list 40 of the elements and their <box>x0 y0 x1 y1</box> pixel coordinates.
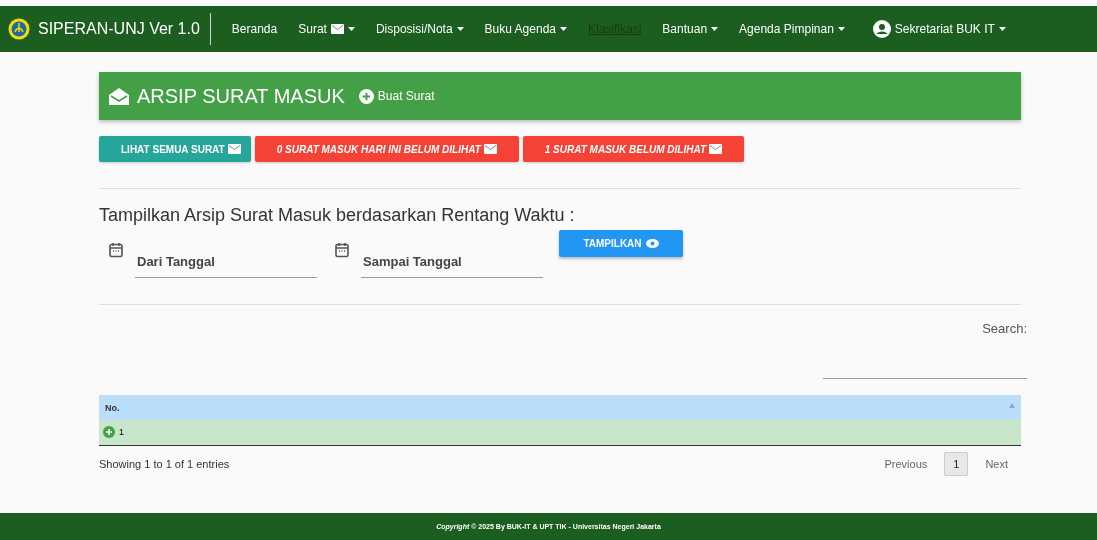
calendar-icon <box>335 242 349 258</box>
logo-icon <box>8 18 30 40</box>
envelope-icon <box>709 144 723 154</box>
date-field[interactable]: Dari Tanggal <box>135 246 317 278</box>
calendar-icon <box>109 242 123 258</box>
nav-link[interactable]: Surat <box>298 22 355 36</box>
plus-circle-icon <box>358 88 374 104</box>
envelope-icon <box>330 24 344 34</box>
caret-icon <box>456 27 464 31</box>
pagination-link[interactable]: Previous <box>875 452 937 476</box>
entries-info: Showing 1 to 1 of 1 entries <box>99 458 230 470</box>
caret-icon <box>347 27 355 31</box>
user-icon <box>872 20 891 38</box>
envelope-icon <box>483 144 497 154</box>
nav-link[interactable]: Beranda <box>231 22 278 36</box>
caret-icon <box>998 27 1006 31</box>
envelope-open-icon <box>109 87 129 105</box>
sort-icon <box>1009 403 1015 408</box>
caret-icon <box>560 27 567 31</box>
envelope-icon <box>227 144 241 154</box>
brand-link[interactable]: SIPERAN-UNJ Ver 1.0 <box>8 13 211 45</box>
filter-button[interactable]: 1 SURAT MASUK BELUM DILIHAT <box>522 136 745 162</box>
plus-circle-icon <box>103 425 115 438</box>
caret-icon <box>837 27 845 31</box>
row-number: 1 <box>119 426 124 437</box>
nav-link[interactable]: Buku Agenda <box>484 22 567 36</box>
filter-button[interactable]: 0 SURAT MASUK HARI INI BELUM DILIHAT <box>254 136 519 162</box>
eye-icon <box>645 239 659 248</box>
user-menu[interactable]: Sekretariat BUK IT <box>872 20 1006 38</box>
page-title: ARSIP SURAT MASUK <box>137 84 345 108</box>
range-heading: Tampilkan Arsip Surat Masuk berdasarkan Rentang Waktu : <box>99 205 576 226</box>
column-header[interactable]: No. <box>99 395 1021 420</box>
nav-link[interactable]: Bantuan <box>662 22 719 36</box>
nav-link[interactable]: Disposisi/Nota <box>375 22 464 36</box>
search-label: Search: <box>982 321 1027 336</box>
page-button[interactable]: 1 <box>944 452 969 476</box>
nav-link[interactable]: Agenda Pimpinan <box>739 22 845 36</box>
pagination-link[interactable]: Next <box>976 452 1017 476</box>
caret-icon <box>711 27 719 31</box>
date-field[interactable]: Sampai Tanggal <box>361 246 543 278</box>
